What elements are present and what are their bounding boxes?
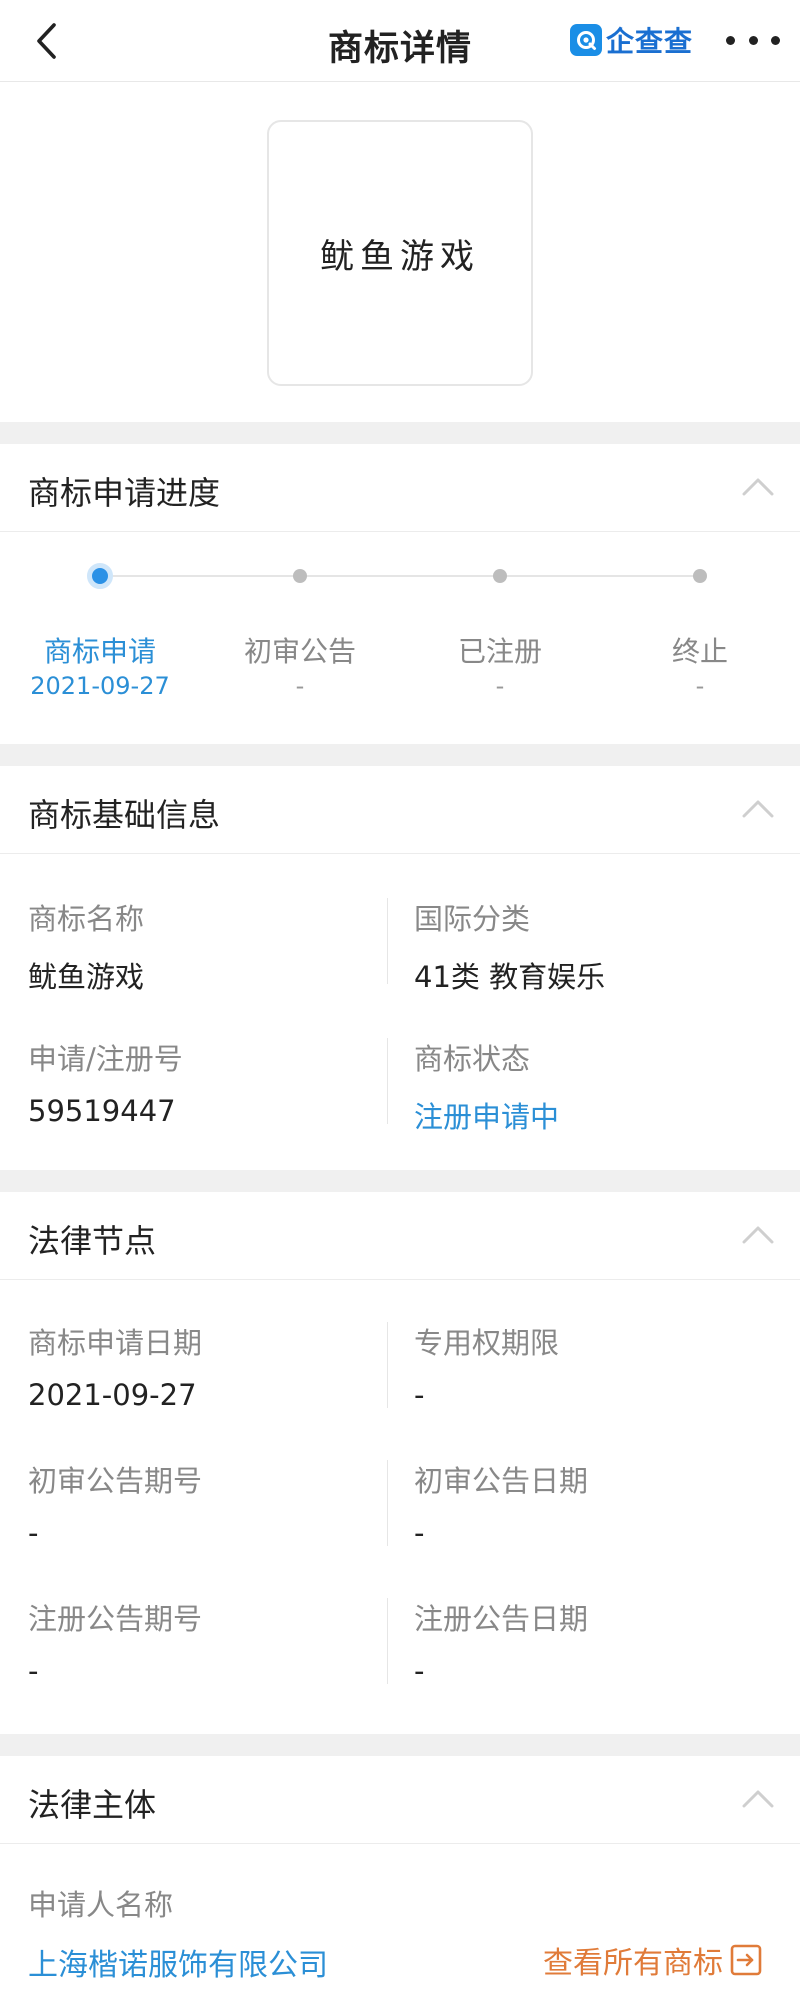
column-divider bbox=[387, 1322, 388, 1408]
step-node bbox=[493, 569, 507, 583]
reg-date-label: 注册公告日期 bbox=[414, 1602, 589, 1636]
chevron-up-icon[interactable] bbox=[740, 796, 776, 820]
step-node bbox=[293, 569, 307, 583]
trademark-name-label: 商标名称 bbox=[28, 902, 145, 936]
prelim-issue-label: 初审公告期号 bbox=[28, 1464, 203, 1498]
reg-number-value: 59519447 bbox=[28, 1094, 176, 1128]
step-label: 初审公告 bbox=[243, 635, 356, 668]
step-date: - bbox=[295, 672, 305, 700]
exclusive-term-value: - bbox=[414, 1378, 425, 1412]
legal-subject-section-header[interactable]: 法律主体 bbox=[0, 1756, 800, 1844]
trademark-image-card[interactable]: 鱿鱼游戏 bbox=[267, 120, 533, 386]
more-dot bbox=[748, 35, 758, 45]
top-nav-bar: 商标详情 企查查 bbox=[0, 0, 800, 82]
legal-subject-body: 申请人名称 上海楷诺服饰有限公司 查看所有商标 bbox=[0, 1844, 800, 2016]
exclusive-term-label: 专用权期限 bbox=[414, 1326, 560, 1360]
more-dots-icon bbox=[726, 35, 735, 45]
step-node-active bbox=[87, 563, 113, 589]
qichacha-logo-icon bbox=[570, 24, 602, 56]
progress-section-header[interactable]: 商标申请进度 bbox=[0, 444, 800, 532]
applicant-name-link[interactable]: 上海楷诺服饰有限公司 bbox=[28, 1940, 328, 1984]
chevron-up-icon[interactable] bbox=[740, 1222, 776, 1246]
qichacha-brand-link[interactable]: 企查查 bbox=[570, 22, 693, 58]
reg-issue-label: 注册公告期号 bbox=[28, 1602, 203, 1636]
status-value: 注册申请中 bbox=[414, 1100, 560, 1134]
step-date: 2021-09-27 bbox=[30, 672, 170, 700]
prelim-date-value: - bbox=[414, 1516, 425, 1550]
prelim-issue-value: - bbox=[28, 1516, 39, 1550]
column-divider bbox=[387, 1598, 388, 1684]
section-title: 法律主体 bbox=[28, 1786, 157, 1824]
step-label: 已注册 bbox=[457, 635, 542, 668]
trademark-image-text: 鱿鱼游戏 bbox=[320, 236, 480, 277]
view-all-trademarks-link[interactable]: 查看所有商标 bbox=[543, 1938, 763, 1982]
intl-class-label: 国际分类 bbox=[414, 902, 531, 936]
more-menu-button[interactable] bbox=[726, 22, 780, 58]
step-node bbox=[693, 569, 707, 583]
section-gap bbox=[0, 1734, 800, 1756]
apply-date-value: 2021-09-27 bbox=[28, 1378, 197, 1412]
step-label: 终止 bbox=[671, 635, 728, 668]
section-gap bbox=[0, 744, 800, 766]
column-divider bbox=[387, 898, 388, 984]
chevron-up-icon[interactable] bbox=[740, 474, 776, 498]
section-title: 商标申请进度 bbox=[28, 474, 221, 512]
chevron-up-icon[interactable] bbox=[740, 1786, 776, 1810]
column-divider bbox=[387, 1460, 388, 1546]
trademark-image-area: 鱿鱼游戏 bbox=[0, 82, 800, 422]
column-divider bbox=[387, 1038, 388, 1124]
section-gap bbox=[0, 422, 800, 444]
section-title: 商标基础信息 bbox=[28, 796, 221, 834]
intl-class-value: 41类 教育娱乐 bbox=[414, 960, 606, 994]
reg-date-value: - bbox=[414, 1654, 425, 1688]
arrow-exit-icon bbox=[730, 1944, 762, 1976]
section-title: 法律节点 bbox=[28, 1222, 157, 1260]
more-dot bbox=[771, 35, 780, 45]
brand-name: 企查查 bbox=[606, 25, 694, 58]
view-all-label: 查看所有商标 bbox=[543, 1946, 723, 1981]
step-date: - bbox=[695, 672, 705, 700]
section-gap bbox=[0, 1170, 800, 1192]
basic-info-section-header[interactable]: 商标基础信息 bbox=[0, 766, 800, 854]
trademark-name-value: 鱿鱼游戏 bbox=[28, 960, 145, 994]
step-date: - bbox=[495, 672, 505, 700]
progress-track bbox=[100, 575, 700, 577]
basic-info-grid: 商标名称 鱿鱼游戏 国际分类 41类 教育娱乐 申请/注册号 59519447 … bbox=[0, 854, 800, 1170]
apply-date-label: 商标申请日期 bbox=[28, 1326, 203, 1360]
step-label: 商标申请 bbox=[43, 635, 156, 668]
status-label: 商标状态 bbox=[414, 1042, 531, 1076]
reg-issue-value: - bbox=[28, 1654, 39, 1688]
prelim-date-label: 初审公告日期 bbox=[414, 1464, 589, 1498]
applicant-label: 申请人名称 bbox=[28, 1888, 174, 1922]
progress-steps: 商标申请 2021-09-27 初审公告 - 已注册 - 终止 - bbox=[0, 532, 800, 744]
legal-nodes-section-header[interactable]: 法律节点 bbox=[0, 1192, 800, 1280]
reg-number-label: 申请/注册号 bbox=[28, 1042, 183, 1076]
legal-nodes-grid: 商标申请日期 2021-09-27 专用权期限 - 初审公告期号 - 初审公告日… bbox=[0, 1280, 800, 1734]
